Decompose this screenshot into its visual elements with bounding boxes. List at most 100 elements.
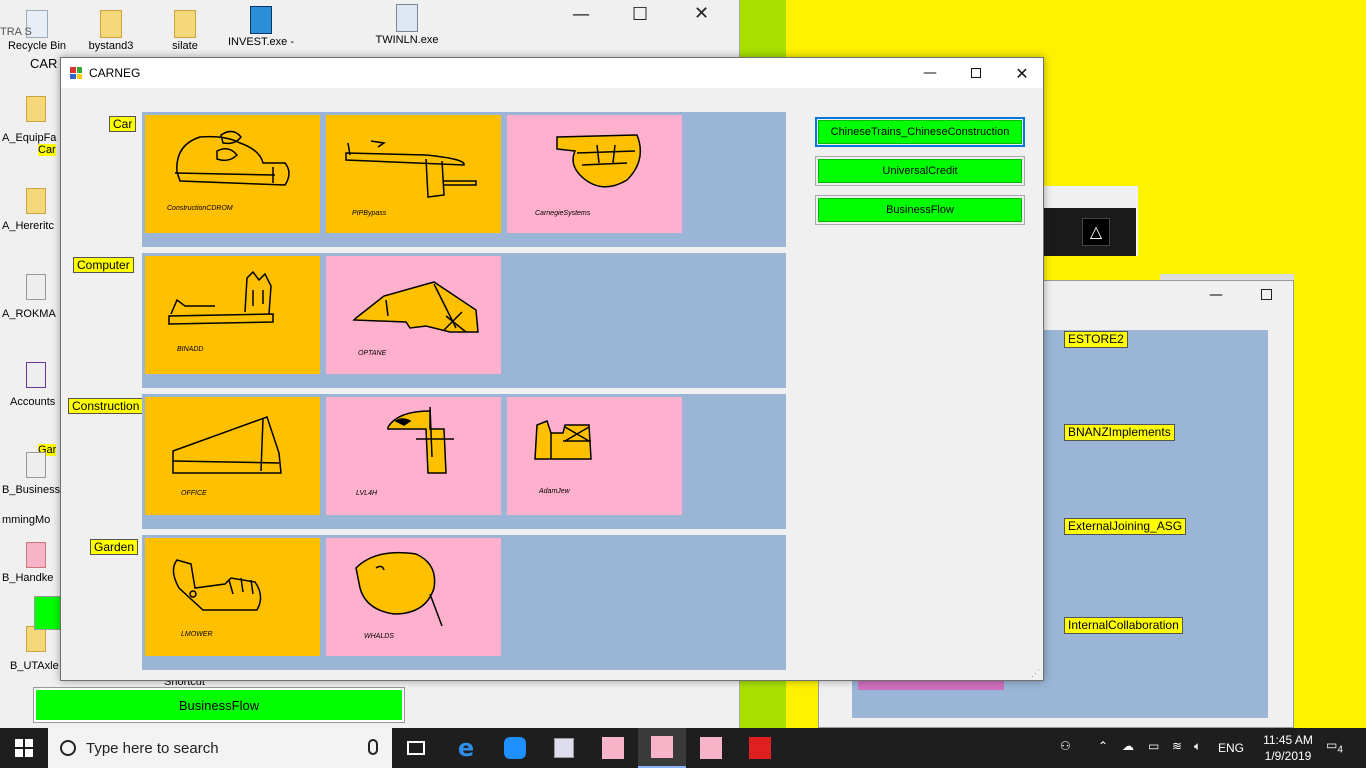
house-drawing-icon — [534, 420, 592, 460]
car-drawing-icon — [174, 130, 290, 186]
shortcut-icon — [250, 6, 272, 34]
partial-label: Car — [38, 144, 56, 156]
file-icon — [26, 274, 46, 300]
folder-icon — [26, 188, 46, 214]
taskbar-search[interactable]: Type here to search — [48, 728, 392, 768]
desktop-icon-bystand3[interactable]: bystand3 — [76, 10, 146, 52]
edge-icon[interactable]: e — [442, 728, 490, 768]
carneg-app-active-icon[interactable] — [638, 728, 686, 768]
desktop-label[interactable]: A_EquipFa — [2, 132, 56, 144]
tile-binadd[interactable]: BINADD — [145, 256, 320, 374]
tile-whalds[interactable]: WHALDS — [326, 538, 501, 656]
tile-adamjew[interactable]: AdamJew — [507, 397, 682, 515]
tile-office[interactable]: OFFICE — [145, 397, 320, 515]
right-toolbar: △ — [1030, 208, 1136, 256]
universal-credit-button[interactable]: UniversalCredit — [815, 156, 1025, 186]
title-bar: CARNEG — ✕ — [61, 58, 1043, 88]
tile-caption: ConstructionCDROM — [167, 205, 233, 212]
hand-drawing-icon — [352, 281, 479, 333]
business-flow-button[interactable]: BusinessFlow — [33, 687, 405, 723]
cloud-icon[interactable]: ☁ — [1122, 739, 1134, 753]
category-label-car: Car — [109, 116, 137, 132]
file-icon — [26, 362, 46, 388]
desktop-label[interactable]: B_UTAxle — [10, 660, 59, 672]
bowl-drawing-icon — [556, 134, 642, 188]
carneg-app-icon[interactable] — [589, 728, 637, 768]
whale-drawing-icon — [355, 551, 443, 627]
computer-row: BINADD OPTANE — [142, 253, 786, 388]
tile-caption: LMOWER — [181, 631, 213, 638]
task-view-icon[interactable] — [392, 728, 440, 768]
tile-constructioncdrom[interactable]: ConstructionCDROM — [145, 115, 320, 233]
red-app-icon[interactable] — [736, 728, 784, 768]
tile-caption: BINADD — [177, 346, 204, 353]
desktop-label[interactable]: Accounts — [10, 396, 55, 408]
tile-caption: LVL4H — [356, 490, 378, 497]
desktop-label: mmingMo — [2, 514, 51, 526]
maximize-icon[interactable]: ☐ — [632, 4, 648, 25]
tile-lvl4h[interactable]: LVL4H — [326, 397, 501, 515]
tile-optane[interactable]: OPTANE — [326, 256, 501, 374]
desktop-icon-silate[interactable]: silate — [150, 10, 220, 52]
battery-icon[interactable]: ▭ — [1148, 739, 1159, 753]
chevron-up-icon[interactable]: ⌃ — [1098, 739, 1108, 753]
tile-caption: AdamJew — [539, 488, 570, 495]
date: 1/9/2019 — [1264, 749, 1312, 763]
chinese-trains-button[interactable]: ChineseTrains_ChineseConstruction — [815, 117, 1025, 147]
people-icon[interactable]: ⚇ — [1060, 739, 1071, 753]
clock[interactable]: 11:45 AM 1/9/2019 — [1258, 732, 1318, 764]
close-button[interactable]: ✕ — [999, 58, 1045, 88]
label-bnanz: BNANZImplements — [1064, 424, 1175, 441]
car-row: ConstructionCDROM PIPBypass CarnegieSyst… — [142, 112, 786, 247]
tile-carnegiesystems[interactable]: CarnegieSystems — [507, 115, 682, 233]
start-button[interactable] — [0, 728, 48, 768]
shortcut-icon — [396, 4, 418, 32]
time: 11:45 AM — [1263, 733, 1313, 747]
tile-caption: WHALDS — [364, 633, 394, 640]
tile-pipbypass[interactable]: PIPBypass — [326, 115, 501, 233]
building-drawing-icon — [168, 270, 274, 325]
desktop-icon-invest[interactable]: INVEST.exe - — [226, 6, 296, 48]
desktop-label[interactable]: B_Handke — [2, 572, 53, 584]
business-flow-main-button[interactable]: BusinessFlow — [815, 195, 1025, 225]
maximize-icon[interactable] — [1261, 289, 1272, 300]
office-drawing-icon — [172, 416, 282, 474]
carneg-app-icon[interactable] — [687, 728, 735, 768]
desktop-label[interactable]: A_Hereritc — [2, 220, 54, 232]
resize-grip-icon[interactable]: ⋰ — [1031, 668, 1041, 678]
close-icon[interactable]: ✕ — [694, 3, 709, 24]
triangle-icon[interactable]: △ — [1082, 218, 1110, 246]
file-icon — [100, 10, 122, 38]
volume-icon[interactable]: 🔈︎ — [1194, 739, 1201, 754]
language-indicator[interactable]: ENG — [1218, 741, 1244, 755]
desktop-label[interactable]: A_ROKMA — [2, 308, 56, 320]
microphone-icon[interactable] — [368, 739, 378, 755]
chat-app-icon[interactable] — [491, 728, 539, 768]
partial-title: CAR — [30, 56, 58, 71]
search-placeholder: Type here to search — [86, 739, 219, 757]
search-icon — [60, 740, 76, 756]
desktop-icon-twinln[interactable]: TWINLN.exe — [372, 4, 442, 46]
maximize-button[interactable] — [953, 58, 999, 88]
notification-count: 4 — [1337, 744, 1343, 756]
image-app-icon[interactable] — [540, 728, 588, 768]
tower-drawing-icon — [387, 406, 454, 474]
file-icon — [26, 452, 46, 478]
partial-title: TRA S — [0, 26, 32, 38]
tile-caption: OPTANE — [358, 350, 387, 357]
desktop-label[interactable]: B_Business — [2, 484, 60, 496]
tile-caption: CarnegieSystems — [535, 210, 591, 217]
label-estore2: ESTORE2 — [1064, 331, 1128, 348]
minimize-icon[interactable]: — — [1209, 287, 1223, 303]
construction-row: OFFICE LVL4H AdamJew — [142, 394, 786, 529]
minimize-button[interactable]: — — [907, 58, 953, 88]
tile-lmower[interactable]: LMOWER — [145, 538, 320, 656]
app-icon — [70, 67, 82, 79]
windows-logo-icon — [15, 739, 33, 757]
minimize-icon[interactable]: — — [572, 4, 590, 25]
label-internal-collaboration: InternalCollaboration — [1064, 617, 1183, 634]
wifi-icon[interactable]: ≋ — [1172, 739, 1182, 753]
tile-caption: PIPBypass — [352, 210, 387, 217]
button-label: ChineseTrains_ChineseConstruction — [818, 120, 1022, 144]
notification-icon[interactable]: ▭4 — [1326, 738, 1343, 755]
